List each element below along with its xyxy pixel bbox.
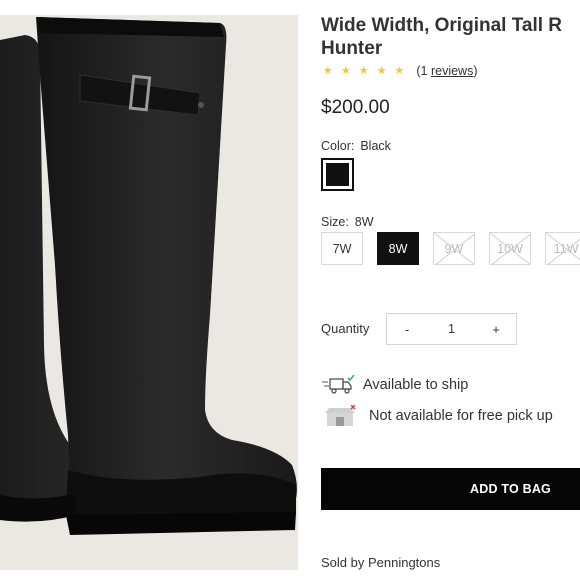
product-price: $200.00 — [321, 97, 390, 118]
size-option-8w[interactable]: 8W — [377, 232, 419, 265]
product-image — [0, 15, 298, 570]
size-option-9w[interactable]: 9W — [433, 232, 475, 265]
size-option-label: 7W — [332, 241, 352, 256]
reviews-link-wrapper: (1 reviews) — [416, 64, 477, 78]
quantity-increase-button[interactable]: + — [490, 322, 502, 337]
star-icon: ★ — [394, 64, 405, 77]
pickup-availability: Not available for free pick up — [323, 405, 553, 427]
reviews-link[interactable]: reviews — [431, 64, 473, 78]
store-pickup-icon — [325, 405, 356, 426]
product-details: Wide Width, Original Tall R Hunter ★ ★ ★… — [321, 0, 580, 580]
reviews-close: ) — [473, 64, 478, 78]
add-to-bag-button[interactable]: ADD TO BAG — [321, 468, 580, 510]
color-label: Color: — [321, 139, 355, 153]
color-value: Black — [360, 139, 391, 153]
product-title-line1: Wide Width, Original Tall R — [321, 15, 563, 36]
product-rating: ★ ★ ★ ★ ★ (1 reviews) — [323, 64, 478, 78]
reviews-count: (1 — [416, 64, 431, 78]
unavailable-cross-icon — [434, 233, 474, 264]
star-icon: ★ — [376, 64, 387, 77]
size-label-row: Size: 8W — [321, 215, 374, 229]
ship-availability-text: Available to ship — [363, 377, 469, 393]
color-label-row: Color: Black — [321, 139, 391, 153]
star-icon: ★ — [358, 64, 369, 77]
product-title-line2: Hunter — [321, 38, 383, 59]
ship-availability: Available to ship — [321, 374, 468, 396]
size-label: Size: — [321, 215, 349, 229]
star-icon: ★ — [323, 64, 333, 77]
size-option-11w[interactable]: 11W — [545, 232, 580, 265]
rating-stars: ★ ★ ★ ★ ★ — [323, 64, 405, 77]
size-option-10w[interactable]: 10W — [489, 232, 531, 265]
size-options: 7W 8W 9W 10W 11W — [321, 232, 580, 265]
boots-illustration — [0, 17, 297, 535]
quantity-decrease-button[interactable]: - — [401, 322, 413, 337]
size-option-7w[interactable]: 7W — [321, 232, 363, 265]
seller-info: Sold by Penningtons — [321, 555, 441, 570]
size-option-label: 8W — [388, 241, 408, 256]
swatch-fill — [326, 163, 349, 186]
color-swatch-black[interactable] — [321, 158, 354, 191]
star-icon: ★ — [340, 64, 351, 77]
delivery-truck-icon — [322, 374, 355, 394]
unavailable-cross-icon — [490, 233, 530, 264]
quantity-value[interactable]: 1 — [448, 322, 455, 336]
quantity-stepper: - 1 + — [386, 313, 517, 345]
pickup-availability-text: Not available for free pick up — [369, 408, 553, 424]
product-title: Wide Width, Original Tall R Hunter — [321, 14, 580, 60]
unavailable-cross-icon — [546, 233, 580, 264]
quantity-label: Quantity — [321, 321, 370, 336]
size-value: 8W — [354, 215, 374, 229]
